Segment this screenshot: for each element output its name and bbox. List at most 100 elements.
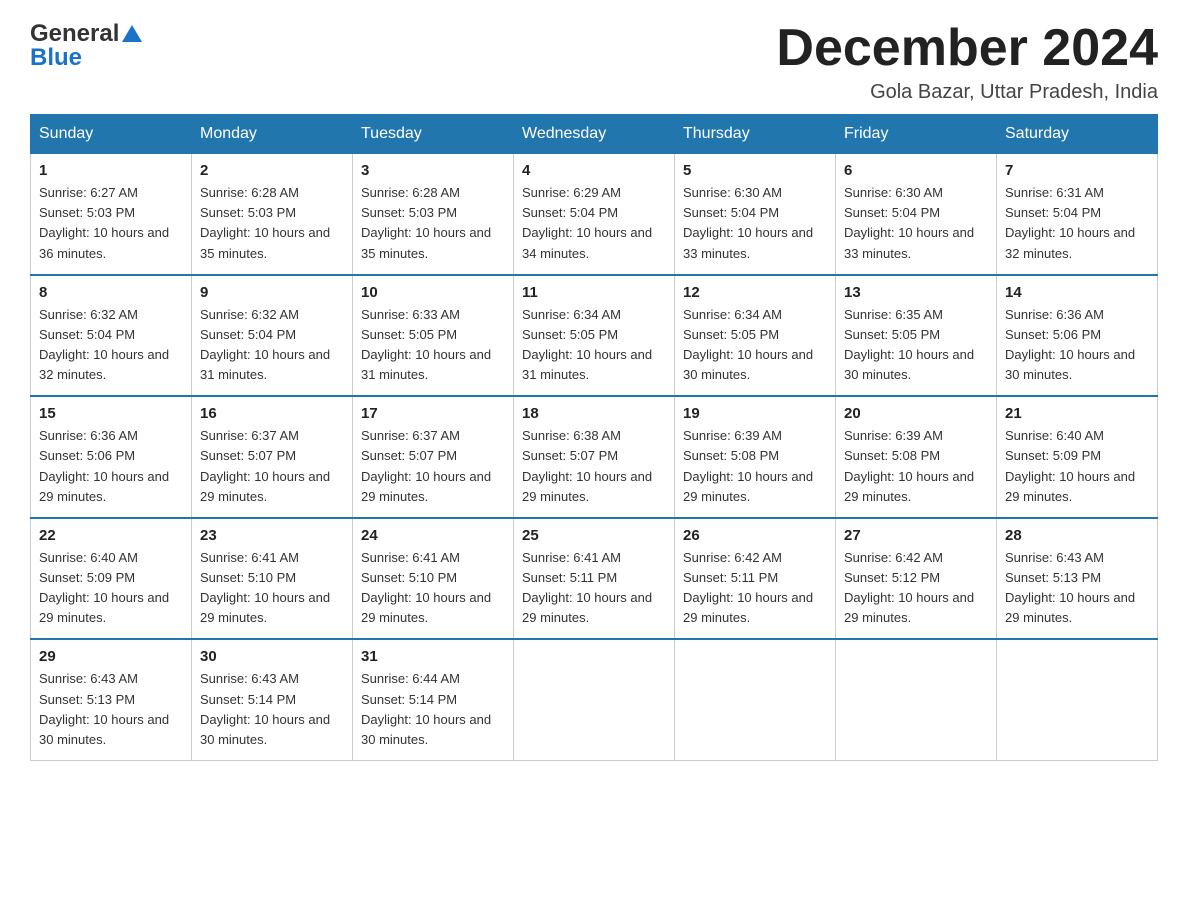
- sunrise-label: Sunrise: 6:36 AM: [39, 428, 138, 443]
- daylight-label: Daylight: 10 hours and 29 minutes.: [361, 469, 491, 504]
- day-number: 15: [39, 405, 183, 422]
- sunset-label: Sunset: 5:13 PM: [1005, 570, 1101, 585]
- day-info: Sunrise: 6:32 AM Sunset: 5:04 PM Dayligh…: [200, 305, 344, 386]
- day-info: Sunrise: 6:36 AM Sunset: 5:06 PM Dayligh…: [39, 426, 183, 507]
- day-info: Sunrise: 6:41 AM Sunset: 5:11 PM Dayligh…: [522, 548, 666, 629]
- sunset-label: Sunset: 5:10 PM: [361, 570, 457, 585]
- sunrise-label: Sunrise: 6:37 AM: [200, 428, 299, 443]
- daylight-label: Daylight: 10 hours and 35 minutes.: [200, 225, 330, 260]
- daylight-label: Daylight: 10 hours and 29 minutes.: [1005, 590, 1135, 625]
- weekday-header-friday: Friday: [836, 115, 997, 154]
- calendar-cell: 20 Sunrise: 6:39 AM Sunset: 5:08 PM Dayl…: [836, 396, 997, 518]
- daylight-label: Daylight: 10 hours and 29 minutes.: [200, 590, 330, 625]
- day-info: Sunrise: 6:42 AM Sunset: 5:12 PM Dayligh…: [844, 548, 988, 629]
- day-info: Sunrise: 6:36 AM Sunset: 5:06 PM Dayligh…: [1005, 305, 1149, 386]
- calendar-header-row: SundayMondayTuesdayWednesdayThursdayFrid…: [31, 115, 1158, 154]
- day-info: Sunrise: 6:33 AM Sunset: 5:05 PM Dayligh…: [361, 305, 505, 386]
- calendar-cell: 1 Sunrise: 6:27 AM Sunset: 5:03 PM Dayli…: [31, 154, 192, 275]
- daylight-label: Daylight: 10 hours and 29 minutes.: [844, 469, 974, 504]
- calendar-cell: 10 Sunrise: 6:33 AM Sunset: 5:05 PM Dayl…: [353, 275, 514, 397]
- daylight-label: Daylight: 10 hours and 30 minutes.: [200, 712, 330, 747]
- day-info: Sunrise: 6:39 AM Sunset: 5:08 PM Dayligh…: [844, 426, 988, 507]
- day-number: 3: [361, 162, 505, 179]
- sunset-label: Sunset: 5:04 PM: [1005, 205, 1101, 220]
- sunrise-label: Sunrise: 6:36 AM: [1005, 307, 1104, 322]
- calendar-cell: 5 Sunrise: 6:30 AM Sunset: 5:04 PM Dayli…: [675, 154, 836, 275]
- calendar-week-row: 29 Sunrise: 6:43 AM Sunset: 5:13 PM Dayl…: [31, 639, 1158, 760]
- location-subtitle: Gola Bazar, Uttar Pradesh, India: [776, 81, 1158, 104]
- calendar-cell: 13 Sunrise: 6:35 AM Sunset: 5:05 PM Dayl…: [836, 275, 997, 397]
- sunrise-label: Sunrise: 6:39 AM: [844, 428, 943, 443]
- day-number: 27: [844, 527, 988, 544]
- day-info: Sunrise: 6:30 AM Sunset: 5:04 PM Dayligh…: [844, 183, 988, 264]
- sunrise-label: Sunrise: 6:32 AM: [200, 307, 299, 322]
- calendar-cell: [836, 639, 997, 760]
- sunrise-label: Sunrise: 6:30 AM: [683, 185, 782, 200]
- calendar-cell: 30 Sunrise: 6:43 AM Sunset: 5:14 PM Dayl…: [192, 639, 353, 760]
- sunset-label: Sunset: 5:04 PM: [200, 327, 296, 342]
- day-info: Sunrise: 6:28 AM Sunset: 5:03 PM Dayligh…: [200, 183, 344, 264]
- sunrise-label: Sunrise: 6:40 AM: [1005, 428, 1104, 443]
- daylight-label: Daylight: 10 hours and 29 minutes.: [200, 469, 330, 504]
- day-info: Sunrise: 6:40 AM Sunset: 5:09 PM Dayligh…: [1005, 426, 1149, 507]
- sunset-label: Sunset: 5:04 PM: [844, 205, 940, 220]
- calendar-cell: 27 Sunrise: 6:42 AM Sunset: 5:12 PM Dayl…: [836, 518, 997, 640]
- weekday-header-wednesday: Wednesday: [514, 115, 675, 154]
- day-info: Sunrise: 6:41 AM Sunset: 5:10 PM Dayligh…: [200, 548, 344, 629]
- title-section: December 2024 Gola Bazar, Uttar Pradesh,…: [776, 20, 1158, 104]
- sunset-label: Sunset: 5:07 PM: [361, 448, 457, 463]
- calendar-cell: 6 Sunrise: 6:30 AM Sunset: 5:04 PM Dayli…: [836, 154, 997, 275]
- day-number: 29: [39, 648, 183, 665]
- day-info: Sunrise: 6:31 AM Sunset: 5:04 PM Dayligh…: [1005, 183, 1149, 264]
- logo-blue-text: Blue: [30, 44, 82, 72]
- calendar-week-row: 15 Sunrise: 6:36 AM Sunset: 5:06 PM Dayl…: [31, 396, 1158, 518]
- sunset-label: Sunset: 5:04 PM: [683, 205, 779, 220]
- day-number: 7: [1005, 162, 1149, 179]
- calendar-cell: 22 Sunrise: 6:40 AM Sunset: 5:09 PM Dayl…: [31, 518, 192, 640]
- daylight-label: Daylight: 10 hours and 31 minutes.: [522, 347, 652, 382]
- logo: General Blue: [30, 20, 142, 72]
- daylight-label: Daylight: 10 hours and 36 minutes.: [39, 225, 169, 260]
- calendar-cell: 28 Sunrise: 6:43 AM Sunset: 5:13 PM Dayl…: [997, 518, 1158, 640]
- calendar-cell: 4 Sunrise: 6:29 AM Sunset: 5:04 PM Dayli…: [514, 154, 675, 275]
- sunset-label: Sunset: 5:05 PM: [361, 327, 457, 342]
- day-info: Sunrise: 6:39 AM Sunset: 5:08 PM Dayligh…: [683, 426, 827, 507]
- day-info: Sunrise: 6:40 AM Sunset: 5:09 PM Dayligh…: [39, 548, 183, 629]
- sunset-label: Sunset: 5:07 PM: [522, 448, 618, 463]
- sunset-label: Sunset: 5:07 PM: [200, 448, 296, 463]
- daylight-label: Daylight: 10 hours and 29 minutes.: [1005, 469, 1135, 504]
- daylight-label: Daylight: 10 hours and 30 minutes.: [844, 347, 974, 382]
- day-info: Sunrise: 6:37 AM Sunset: 5:07 PM Dayligh…: [200, 426, 344, 507]
- calendar-cell: 14 Sunrise: 6:36 AM Sunset: 5:06 PM Dayl…: [997, 275, 1158, 397]
- day-number: 24: [361, 527, 505, 544]
- daylight-label: Daylight: 10 hours and 32 minutes.: [1005, 225, 1135, 260]
- calendar-week-row: 22 Sunrise: 6:40 AM Sunset: 5:09 PM Dayl…: [31, 518, 1158, 640]
- day-number: 25: [522, 527, 666, 544]
- day-number: 22: [39, 527, 183, 544]
- sunrise-label: Sunrise: 6:43 AM: [39, 671, 138, 686]
- day-number: 21: [1005, 405, 1149, 422]
- sunset-label: Sunset: 5:06 PM: [39, 448, 135, 463]
- day-number: 17: [361, 405, 505, 422]
- sunset-label: Sunset: 5:09 PM: [39, 570, 135, 585]
- day-number: 18: [522, 405, 666, 422]
- day-number: 5: [683, 162, 827, 179]
- day-number: 31: [361, 648, 505, 665]
- day-number: 23: [200, 527, 344, 544]
- daylight-label: Daylight: 10 hours and 29 minutes.: [39, 469, 169, 504]
- calendar-cell: 29 Sunrise: 6:43 AM Sunset: 5:13 PM Dayl…: [31, 639, 192, 760]
- calendar-cell: 11 Sunrise: 6:34 AM Sunset: 5:05 PM Dayl…: [514, 275, 675, 397]
- calendar-cell: 17 Sunrise: 6:37 AM Sunset: 5:07 PM Dayl…: [353, 396, 514, 518]
- daylight-label: Daylight: 10 hours and 33 minutes.: [683, 225, 813, 260]
- day-info: Sunrise: 6:29 AM Sunset: 5:04 PM Dayligh…: [522, 183, 666, 264]
- sunset-label: Sunset: 5:13 PM: [39, 692, 135, 707]
- day-info: Sunrise: 6:34 AM Sunset: 5:05 PM Dayligh…: [683, 305, 827, 386]
- calendar-cell: 16 Sunrise: 6:37 AM Sunset: 5:07 PM Dayl…: [192, 396, 353, 518]
- sunset-label: Sunset: 5:14 PM: [200, 692, 296, 707]
- sunrise-label: Sunrise: 6:42 AM: [844, 550, 943, 565]
- weekday-header-tuesday: Tuesday: [353, 115, 514, 154]
- daylight-label: Daylight: 10 hours and 33 minutes.: [844, 225, 974, 260]
- weekday-header-thursday: Thursday: [675, 115, 836, 154]
- sunrise-label: Sunrise: 6:34 AM: [522, 307, 621, 322]
- sunset-label: Sunset: 5:04 PM: [522, 205, 618, 220]
